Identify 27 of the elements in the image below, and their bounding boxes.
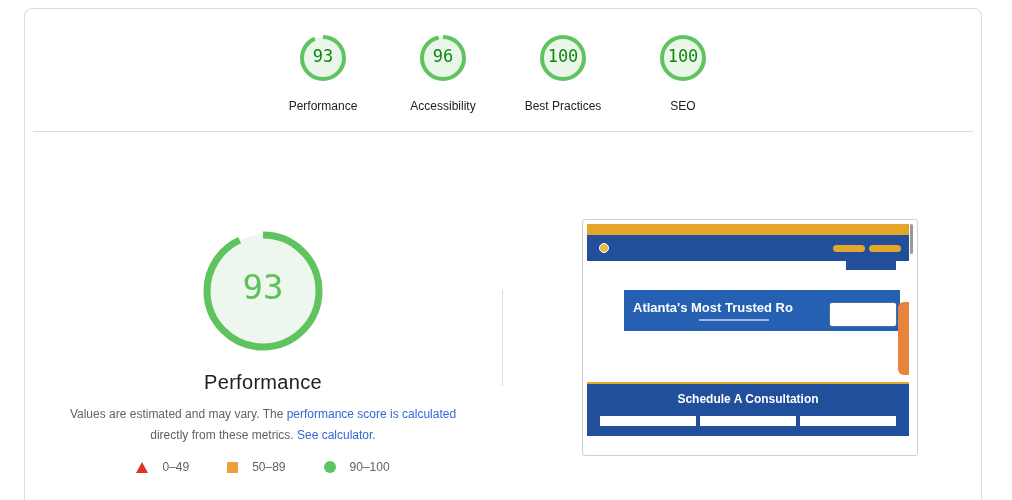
score-gauge[interactable] [298,33,348,83]
score-gauge[interactable] [538,33,588,83]
score-gauge[interactable] [418,33,468,83]
header-button-shape [869,244,901,252]
gauge-label: Performance [288,99,358,113]
gauge-label: Best Practices [524,99,602,113]
gauge-score: 100 [667,46,699,66]
logo-icon [599,243,609,253]
description-text: Values are estimated and may vary. The performance score is calculated directly from these metrics. See calculator. [68,406,458,444]
category-title: Performance [204,371,322,394]
gauge-label: SEO [670,99,696,113]
hero-title: Atlanta's Most Trusted Ro [633,300,793,315]
subtitle-line [699,319,769,321]
score-link[interactable]: performance score is calculated [286,407,457,421]
calculator-link[interactable]: See calculator. [297,428,376,442]
header-button-shape [833,244,865,252]
gauge-label: Accessibility [410,99,476,113]
legend-range: 50–89 [252,460,286,474]
scrollbar [910,224,913,254]
legend-range: 0–49 [162,460,190,474]
gauge-score: 93 [241,267,285,307]
score-gauge[interactable] [658,33,708,83]
legend-range: 90–100 [349,460,390,474]
gauge-score: 93 [312,46,334,66]
gauge-score: 96 [432,46,454,66]
section-title: Schedule A Consultation [677,392,819,406]
gauge-score: 100 [547,46,579,66]
